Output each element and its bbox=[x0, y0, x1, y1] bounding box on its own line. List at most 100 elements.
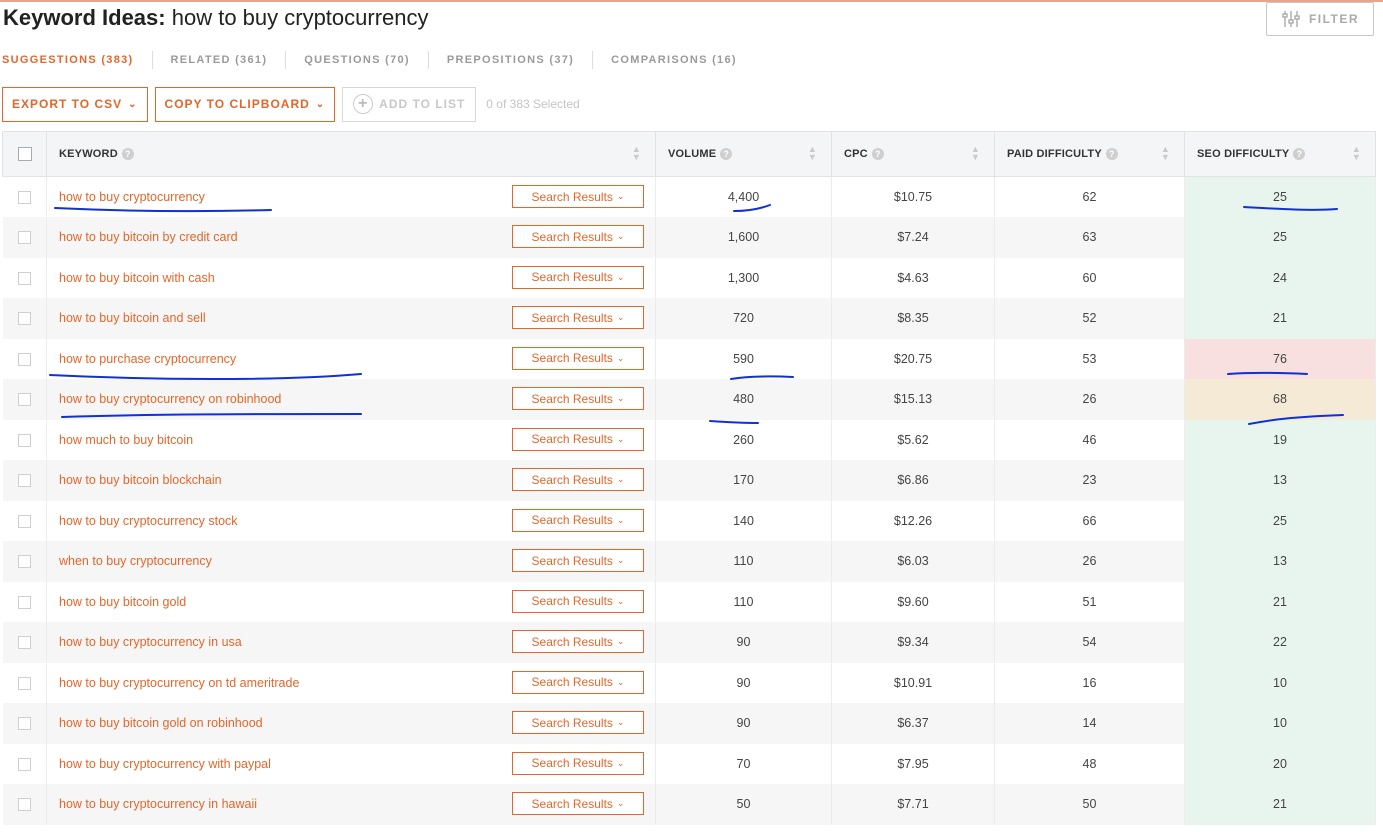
help-icon[interactable]: ? bbox=[121, 148, 134, 161]
keyword-link[interactable]: how to buy bitcoin blockchain bbox=[59, 473, 222, 487]
column-header-cpc[interactable]: CPC? ▲ ▼ bbox=[831, 131, 995, 177]
search-results-button[interactable]: Search Results ⌄ bbox=[512, 387, 644, 410]
sort-icon[interactable]: ▲ ▼ bbox=[971, 145, 980, 162]
row-checkbox[interactable] bbox=[17, 595, 31, 609]
row-checkbox[interactable] bbox=[17, 636, 31, 650]
search-results-button[interactable]: Search Results ⌄ bbox=[512, 670, 644, 694]
keyword-link[interactable]: how to buy bitcoin gold on robinhood bbox=[59, 716, 263, 730]
filter-button[interactable]: FILTER bbox=[1266, 2, 1374, 36]
keyword-link[interactable]: how to buy cryptocurrency bbox=[59, 190, 205, 204]
keyword-link[interactable]: how to buy cryptocurrency with paypal bbox=[59, 757, 271, 771]
keyword-link[interactable]: how to buy cryptocurrency stock bbox=[59, 514, 238, 528]
keyword-link[interactable]: how to buy cryptocurrency in hawaii bbox=[59, 797, 257, 811]
row-checkbox[interactable] bbox=[17, 231, 31, 245]
keyword-link[interactable]: how to buy cryptocurrency on td ameritra… bbox=[59, 676, 299, 690]
row-checkbox[interactable] bbox=[17, 433, 31, 447]
search-results-button[interactable]: Search Results ⌄ bbox=[512, 589, 644, 613]
sort-icon[interactable]: ▲ ▼ bbox=[632, 145, 641, 162]
cpc-cell: $7.71 bbox=[831, 784, 995, 825]
filter-label: FILTER bbox=[1308, 12, 1360, 26]
search-results-button[interactable]: Search Results ⌄ bbox=[512, 346, 644, 370]
row-checkbox[interactable] bbox=[17, 393, 31, 407]
chevron-down-icon: ⌄ bbox=[616, 231, 625, 241]
keyword-link[interactable]: how to buy cryptocurrency on robinhood bbox=[59, 392, 281, 406]
keyword-link[interactable]: how to buy bitcoin and sell bbox=[59, 311, 206, 325]
keyword-cell: how to buy cryptocurrency Search Results ⌄ bbox=[46, 176, 656, 217]
row-select-cell bbox=[2, 460, 47, 501]
search-results-button[interactable]: Search Results ⌄ bbox=[512, 265, 644, 289]
search-results-button[interactable]: Search Results ⌄ bbox=[512, 792, 644, 815]
search-results-button[interactable]: Search Results ⌄ bbox=[512, 185, 644, 208]
search-results-button[interactable]: Search Results ⌄ bbox=[512, 468, 644, 491]
row-checkbox[interactable] bbox=[17, 798, 31, 812]
keyword-link[interactable]: how to buy bitcoin by credit card bbox=[59, 230, 238, 244]
tab-questions[interactable]: QUESTIONS (70) bbox=[285, 51, 428, 69]
help-icon[interactable]: ? bbox=[871, 148, 884, 161]
keyword-cell: how to buy bitcoin by credit card Search … bbox=[46, 217, 656, 258]
row-select-cell bbox=[2, 622, 47, 663]
row-checkbox[interactable] bbox=[17, 352, 31, 366]
row-checkbox[interactable] bbox=[17, 676, 31, 690]
search-results-button[interactable]: Search Results ⌄ bbox=[512, 549, 644, 572]
sort-icon[interactable]: ▲ ▼ bbox=[1161, 145, 1170, 162]
sort-icon[interactable]: ▲ ▼ bbox=[808, 145, 817, 162]
search-results-button[interactable]: Search Results ⌄ bbox=[512, 306, 644, 329]
action-bar: EXPORT TO CSV ⌄ COPY TO CLIPBOARD ⌄ + AD… bbox=[2, 86, 580, 122]
column-header-seo-difficulty[interactable]: SEO DIFFICULTY? ▲ ▼ bbox=[1184, 131, 1376, 177]
seo-difficulty-cell: 24 bbox=[1184, 257, 1376, 298]
search-results-button[interactable]: Search Results ⌄ bbox=[512, 508, 644, 532]
volume-cell: 590 bbox=[655, 338, 832, 379]
search-results-label: Search Results bbox=[531, 432, 613, 446]
search-results-button[interactable]: Search Results ⌄ bbox=[512, 711, 644, 734]
table-row: when to buy cryptocurrency Search Results… bbox=[2, 541, 1376, 582]
row-checkbox[interactable] bbox=[17, 514, 31, 528]
row-checkbox[interactable] bbox=[17, 474, 31, 488]
search-results-button[interactable]: Search Results ⌄ bbox=[512, 427, 644, 451]
search-results-button[interactable]: Search Results ⌄ bbox=[512, 751, 644, 775]
cpc-cell: $9.60 bbox=[831, 581, 995, 622]
cpc-cell: $8.35 bbox=[831, 298, 995, 339]
add-to-list-button[interactable]: + ADD TO LIST bbox=[342, 86, 477, 122]
column-header-keyword[interactable]: KEYWORD? ▲ ▼ bbox=[46, 131, 656, 177]
tab-suggestions[interactable]: SUGGESTIONS (383) bbox=[2, 51, 152, 69]
row-checkbox[interactable] bbox=[17, 191, 31, 205]
keyword-cell: how to buy cryptocurrency with paypal Sea… bbox=[46, 743, 656, 784]
keyword-link[interactable]: how to buy bitcoin gold bbox=[59, 595, 186, 609]
paid-difficulty-cell: 14 bbox=[994, 703, 1185, 744]
row-select-cell bbox=[2, 743, 47, 784]
tab-prepositions[interactable]: PREPOSITIONS (37) bbox=[427, 51, 592, 69]
export-csv-button[interactable]: EXPORT TO CSV ⌄ bbox=[2, 86, 148, 122]
search-results-label: Search Results bbox=[531, 229, 613, 244]
row-checkbox[interactable] bbox=[17, 555, 31, 569]
row-select-cell bbox=[2, 784, 47, 825]
keyword-link[interactable]: how much to buy bitcoin bbox=[59, 433, 193, 447]
row-checkbox[interactable] bbox=[17, 757, 31, 771]
chevron-down-icon: ⌄ bbox=[616, 717, 625, 727]
select-all-checkbox[interactable] bbox=[17, 147, 32, 161]
help-icon[interactable]: ? bbox=[1293, 148, 1306, 161]
table-row: how to buy bitcoin gold on robinhood Sear… bbox=[2, 703, 1376, 744]
keyword-link[interactable]: when to buy cryptocurrency bbox=[59, 554, 212, 568]
volume-cell: 4,400 bbox=[655, 176, 832, 217]
table-row: how to purchase cryptocurrency Search Res… bbox=[2, 338, 1376, 379]
row-checkbox[interactable] bbox=[17, 271, 31, 285]
keyword-link[interactable]: how to purchase cryptocurrency bbox=[59, 352, 236, 366]
search-results-button[interactable]: Search Results ⌄ bbox=[512, 630, 644, 653]
table-row: how much to buy bitcoin Search Results ⌄ 26… bbox=[2, 419, 1376, 460]
sort-icon[interactable]: ▲ ▼ bbox=[1352, 145, 1361, 162]
help-icon[interactable]: ? bbox=[1105, 148, 1118, 161]
row-checkbox[interactable] bbox=[17, 717, 31, 731]
tab-comparisons[interactable]: COMPARISONS (16) bbox=[592, 51, 755, 69]
search-results-label: Search Results bbox=[531, 553, 613, 568]
help-icon[interactable]: ? bbox=[720, 148, 733, 161]
copy-clipboard-button[interactable]: COPY TO CLIPBOARD ⌄ bbox=[154, 86, 336, 122]
column-header-volume[interactable]: VOLUME? ▲ ▼ bbox=[655, 131, 832, 177]
keyword-link[interactable]: how to buy bitcoin with cash bbox=[59, 271, 215, 285]
tab-related[interactable]: RELATED (361) bbox=[151, 51, 286, 69]
keyword-link[interactable]: how to buy cryptocurrency in usa bbox=[59, 635, 242, 649]
row-checkbox[interactable] bbox=[17, 312, 31, 326]
chevron-down-icon: ⌄ bbox=[616, 271, 625, 282]
paid-difficulty-cell: 26 bbox=[994, 379, 1185, 420]
column-header-paid-difficulty[interactable]: PAID DIFFICULTY? ▲ ▼ bbox=[994, 131, 1185, 177]
search-results-button[interactable]: Search Results ⌄ bbox=[512, 225, 644, 248]
